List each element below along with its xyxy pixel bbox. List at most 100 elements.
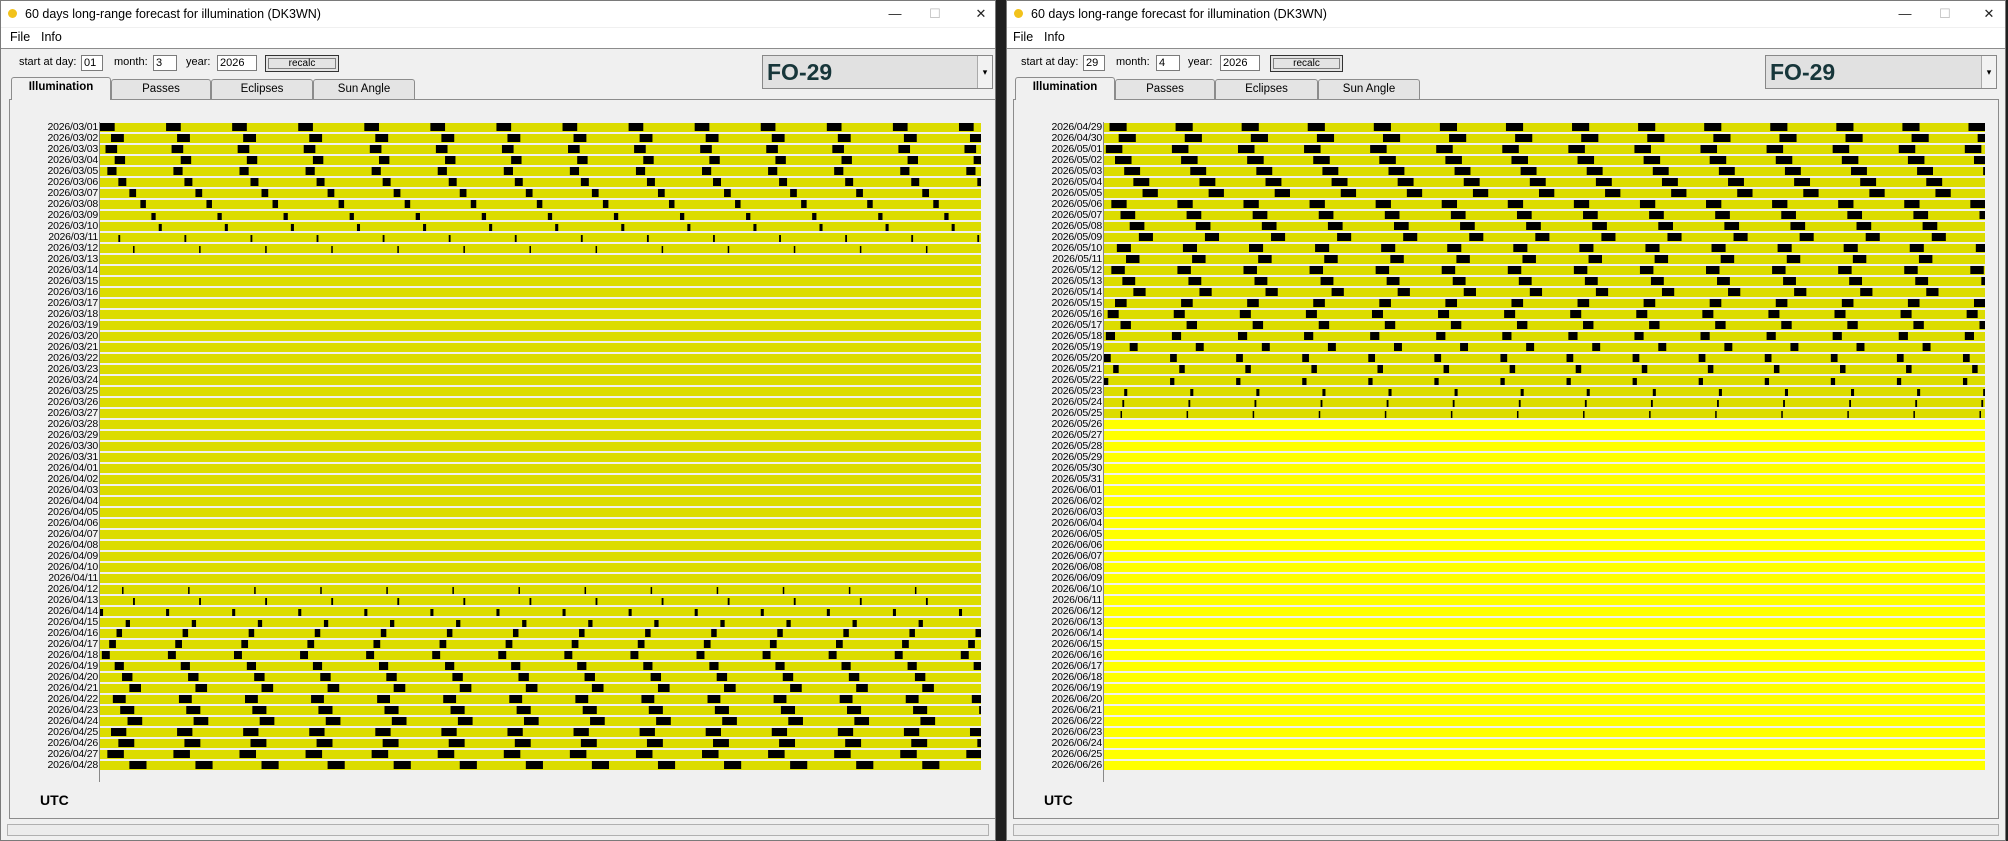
- year-input[interactable]: 2026: [1220, 55, 1260, 71]
- daylight-bar: [1104, 288, 1985, 297]
- eclipse-mark: [1645, 244, 1660, 252]
- minimize-icon[interactable]: —: [875, 1, 915, 27]
- maximize-icon[interactable]: ☐: [915, 1, 955, 27]
- satellite-select[interactable]: FO-29 ▾: [1765, 55, 1997, 89]
- eclipse-mark: [446, 629, 453, 637]
- tab-illumination[interactable]: Illumination: [11, 77, 111, 100]
- chevron-down-icon[interactable]: ▾: [977, 56, 992, 88]
- month-input[interactable]: 3: [153, 55, 177, 71]
- eclipse-mark: [1502, 332, 1512, 340]
- eclipse-mark: [837, 134, 851, 142]
- eclipse-mark: [845, 739, 862, 747]
- eclipse-mark: [232, 609, 236, 616]
- eclipse-mark: [1865, 233, 1880, 241]
- eclipse-mark: [1568, 332, 1578, 340]
- menu-file[interactable]: File: [10, 30, 30, 44]
- daylight-bar: [100, 145, 981, 154]
- eclipse-mark: [1171, 145, 1189, 153]
- recalc-button[interactable]: recalc: [265, 55, 339, 72]
- chevron-down-icon[interactable]: ▾: [1981, 56, 1996, 88]
- eclipse-mark: [966, 750, 981, 758]
- eclipse-mark: [1717, 277, 1730, 285]
- eclipse-mark: [386, 673, 397, 681]
- eclipse-mark: [1975, 244, 1985, 252]
- eclipse-mark: [892, 609, 896, 616]
- eclipse-mark: [1583, 411, 1585, 418]
- eclipse-mark: [1658, 343, 1667, 351]
- tab-illumination[interactable]: Illumination: [1015, 77, 1115, 100]
- eclipse-mark: [571, 640, 579, 648]
- tab-eclipses[interactable]: Eclipses: [1215, 79, 1318, 99]
- eclipse-mark: [364, 609, 368, 616]
- eclipse-mark: [724, 761, 742, 769]
- satellite-select[interactable]: FO-29 ▾: [762, 55, 993, 89]
- eclipse-mark: [977, 235, 980, 242]
- eclipse-mark: [127, 717, 143, 725]
- menu-info[interactable]: Info: [41, 30, 62, 44]
- satellite-name: FO-29: [767, 59, 833, 85]
- tab-passes[interactable]: Passes: [1115, 79, 1215, 99]
- eclipse-mark: [716, 673, 728, 681]
- eclipse-mark: [1900, 310, 1912, 318]
- menu-file[interactable]: File: [1013, 30, 1033, 44]
- eclipse-mark: [707, 695, 721, 703]
- year-input[interactable]: 2026: [217, 55, 257, 71]
- eclipse-mark: [1790, 343, 1799, 351]
- tab-sun-angle[interactable]: Sun Angle: [313, 79, 415, 99]
- eclipse-mark: [1313, 156, 1330, 164]
- eclipse-mark: [1913, 321, 1924, 329]
- eclipse-mark: [1733, 233, 1748, 241]
- eclipse-mark: [175, 640, 182, 648]
- tab-eclipses[interactable]: Eclipses: [211, 79, 313, 99]
- eclipse-mark: [709, 156, 720, 164]
- eclipse-mark: [1370, 145, 1387, 153]
- eclipse-mark: [393, 684, 406, 692]
- tab-sun-angle[interactable]: Sun Angle: [1318, 79, 1420, 99]
- eclipse-mark: [782, 587, 785, 594]
- daylight-bar: [1104, 552, 1985, 561]
- close-icon[interactable]: ✕: [1969, 1, 2005, 27]
- eclipse-mark: [1436, 145, 1453, 153]
- eclipse-mark: [643, 662, 653, 670]
- day-input[interactable]: 29: [1083, 55, 1105, 71]
- maximize-icon[interactable]: ☐: [1925, 1, 1965, 27]
- daylight-bar: [100, 365, 981, 374]
- eclipse-mark: [331, 598, 334, 605]
- tab-passes[interactable]: Passes: [111, 79, 211, 99]
- daylight-bar: [100, 222, 981, 231]
- eclipse-mark: [182, 629, 189, 637]
- eclipse-mark: [259, 717, 275, 725]
- recalc-button[interactable]: recalc: [1270, 55, 1343, 72]
- month-input[interactable]: 4: [1156, 55, 1180, 71]
- eclipse-mark: [1847, 411, 1849, 418]
- eclipse-mark: [448, 739, 465, 747]
- eclipse-mark: [766, 145, 778, 153]
- close-icon[interactable]: ✕: [961, 1, 995, 27]
- daylight-bar: [100, 508, 981, 517]
- eclipse-mark: [309, 134, 323, 142]
- eclipse-mark: [100, 123, 115, 131]
- eclipse-mark: [1384, 321, 1396, 329]
- eclipse-mark: [760, 123, 776, 131]
- minimize-icon[interactable]: —: [1885, 1, 1925, 27]
- eclipse-mark: [1472, 189, 1489, 197]
- eclipse-mark: [634, 145, 646, 153]
- eclipse-mark: [114, 156, 126, 164]
- eclipse-mark: [525, 684, 538, 692]
- eclipse-mark: [186, 706, 201, 714]
- eclipse-mark: [702, 167, 712, 175]
- eclipse-mark: [867, 200, 873, 208]
- day-input[interactable]: 01: [81, 55, 103, 71]
- daylight-bar: [100, 431, 981, 440]
- eclipse-mark: [837, 728, 854, 736]
- daylight-bar: [100, 409, 981, 418]
- eclipse-mark: [243, 728, 259, 736]
- eclipse-mark: [1516, 411, 1519, 418]
- eclipse-mark: [452, 587, 454, 594]
- eclipse-mark: [536, 200, 543, 208]
- eclipse-mark: [1254, 400, 1257, 407]
- menu-info[interactable]: Info: [1044, 30, 1065, 44]
- eclipse-mark: [1595, 178, 1612, 186]
- eclipse-mark: [111, 134, 124, 142]
- daylight-bar: [100, 563, 981, 572]
